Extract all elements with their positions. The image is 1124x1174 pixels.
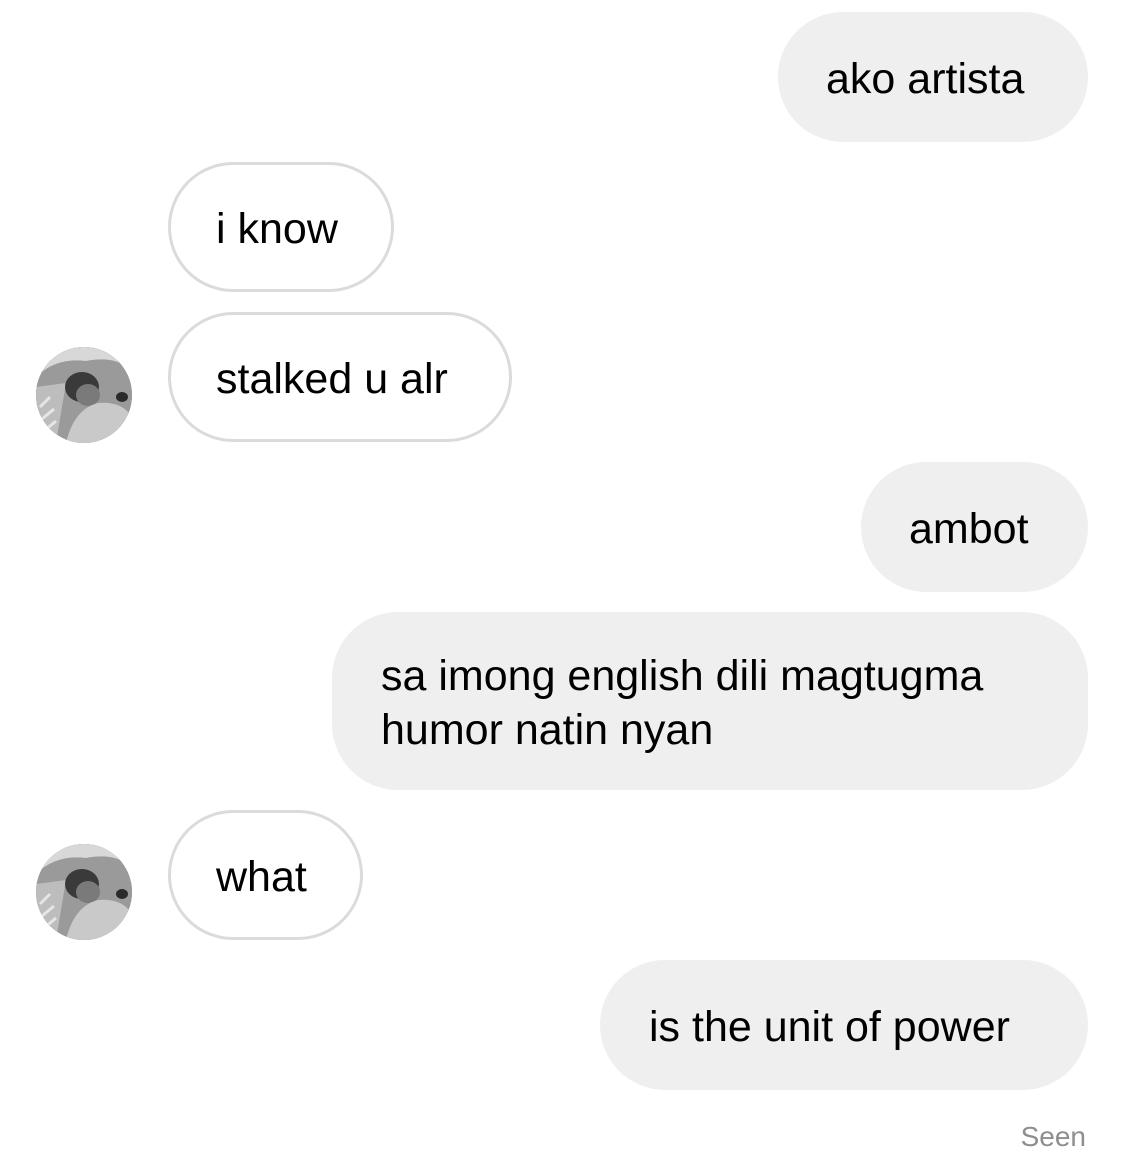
message-text: ako artista (826, 55, 1025, 103)
received-message-bubble[interactable]: what (168, 810, 363, 940)
message-text-line: sa imong english dili magtugma (381, 652, 984, 700)
received-message-bubble[interactable]: stalked u alr (168, 312, 512, 442)
sent-message-bubble[interactable]: ako artista (778, 12, 1088, 142)
message-text-line: humor natin nyan (381, 706, 714, 754)
profile-photo-avatar-icon (36, 844, 132, 940)
profile-photo-avatar-icon (36, 347, 132, 443)
received-message-bubble[interactable]: i know (168, 162, 394, 292)
message-text: i know (216, 205, 338, 253)
message-text: stalked u alr (216, 355, 448, 403)
seen-status: Seen (1020, 1121, 1086, 1152)
message-text: is the unit of power (649, 1003, 1010, 1051)
message-text: ambot (909, 505, 1029, 553)
sent-message-bubble[interactable]: sa imong english dili magtugma humor nat… (332, 612, 1088, 790)
contact-avatar[interactable] (36, 347, 132, 443)
message-thread: ako artista i know stalked u alr ambot s… (0, 0, 1124, 1174)
sent-message-bubble[interactable]: is the unit of power (600, 960, 1088, 1090)
sent-message-bubble[interactable]: ambot (861, 462, 1088, 592)
contact-avatar[interactable] (36, 844, 132, 940)
message-text: what (216, 853, 307, 901)
